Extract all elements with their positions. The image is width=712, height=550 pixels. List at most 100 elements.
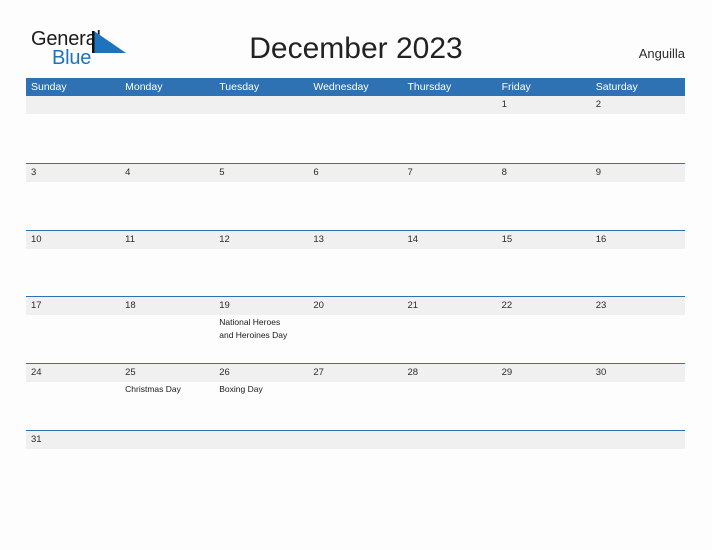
calendar-week-row: 12 (26, 96, 685, 163)
day-number: 11 (125, 233, 135, 245)
day-cell-26[interactable]: 26 Boxing Day (214, 364, 308, 430)
day-cell-23[interactable]: 23 (591, 297, 685, 363)
day-cell-empty (120, 431, 214, 448)
day-cell-21[interactable]: 21 (403, 297, 497, 363)
calendar-week-row: 31 (26, 429, 685, 449)
day-cell-4[interactable]: 4 (120, 164, 214, 230)
day-cell-8[interactable]: 8 (497, 164, 591, 230)
calendar-week-row: 3 4 5 6 7 8 9 (26, 162, 685, 230)
day-number: 29 (501, 367, 513, 379)
week-day-cells: 10 11 12 13 14 15 16 (26, 231, 685, 297)
day-number: 16 (595, 233, 607, 245)
weekday-header-monday: Monday (125, 81, 163, 93)
day-number: 31 (31, 433, 42, 445)
weekday-header-row: Sunday Monday Tuesday Wednesday Thursday Frid… (26, 78, 685, 96)
day-number: 30 (595, 367, 607, 379)
week-day-cells: 17 18 19 National Heroes and Heroines Day 20… (26, 297, 685, 363)
day-number: 21 (407, 300, 419, 312)
day-number: 1 (501, 99, 507, 110)
day-cell-empty (591, 431, 685, 448)
calendar-week-row: 24 25 Christmas Day 26 Boxing Day 27 28 29 30 (26, 363, 685, 430)
week-day-cells: 12 (26, 96, 685, 163)
day-number: 13 (313, 233, 324, 245)
weekday-header-saturday: Saturday (595, 81, 638, 93)
week-day-cells: 31 (26, 431, 685, 448)
day-number: 9 (595, 166, 602, 178)
week-day-cells: 3 4 5 6 7 8 9 (26, 164, 685, 230)
day-cell-18[interactable]: 18 (120, 297, 214, 363)
holiday-event: National Heroes and Heroines Day (219, 317, 288, 340)
day-cell-15[interactable]: 15 (497, 231, 591, 297)
day-cell-empty (403, 96, 497, 163)
day-cell-empty (308, 96, 402, 163)
holiday-event: Christmas Day (125, 384, 181, 395)
day-number: 20 (313, 300, 324, 312)
location-label: Anguilla (638, 46, 685, 61)
day-cell-30[interactable]: 30 (591, 364, 685, 430)
day-number: 19 (219, 300, 230, 312)
day-cell-empty (308, 431, 402, 448)
day-number: 4 (125, 166, 131, 178)
day-cell-14[interactable]: 14 (403, 231, 497, 297)
day-cell-empty (403, 431, 497, 448)
day-cell-empty (497, 431, 591, 448)
calendar-weeks: 1 2 3 4 5 6 7 8 9 10 11 12 13 14 15 16 17 18 19 National He… (26, 96, 685, 449)
weekday-header-tuesday: Tuesday (219, 81, 260, 93)
day-number: 8 (501, 166, 507, 178)
day-number: 7 (407, 166, 413, 178)
day-number: 17 (31, 300, 42, 312)
page-header: General Blue December 2023 Anguilla (0, 0, 712, 78)
day-cell-29[interactable]: 29 (497, 364, 591, 430)
event-list: Boxing Day (219, 383, 308, 396)
day-cell-31[interactable]: 31 (26, 431, 120, 448)
event-list: National Heroes and Heroines Day (219, 316, 308, 341)
holiday-event: Boxing Day (219, 384, 263, 395)
day-cell-5[interactable]: 5 (214, 164, 308, 230)
day-number: 3 (31, 166, 37, 178)
page-title: December 2023 (249, 32, 463, 65)
day-cell-22[interactable]: 22 (497, 297, 591, 363)
weekday-header-sunday: Sunday (31, 81, 67, 93)
day-cell-empty (214, 96, 308, 163)
day-number: 27 (313, 367, 324, 379)
day-number: 23 (595, 300, 607, 312)
day-number: 25 (125, 367, 136, 379)
event-list: Christmas Day (125, 383, 214, 396)
day-cell-28[interactable]: 28 (403, 364, 497, 430)
day-cell-20[interactable]: 20 (308, 297, 402, 363)
weekday-header-thursday: Thursday (407, 81, 452, 93)
day-cell-19[interactable]: 19 National Heroes and Heroines Day (214, 297, 308, 363)
day-cell-7[interactable]: 7 (403, 164, 497, 230)
day-cell-27[interactable]: 27 (308, 364, 402, 430)
day-number: 26 (219, 367, 230, 379)
day-cell-1[interactable]: 1 (497, 96, 591, 163)
day-number: 22 (501, 300, 513, 312)
day-cell-12[interactable]: 12 (214, 231, 308, 297)
day-number: 5 (219, 166, 225, 178)
day-cell-13[interactable]: 13 (308, 231, 402, 297)
day-number: 6 (313, 166, 319, 178)
day-cell-16[interactable]: 16 (591, 231, 685, 297)
day-cell-11[interactable]: 11 (120, 231, 214, 297)
calendar-week-row: 17 18 19 National Heroes and Heroines Day 20… (26, 296, 685, 363)
day-number: 18 (125, 300, 136, 312)
day-cell-2[interactable]: 2 (591, 96, 685, 163)
day-number: 15 (501, 233, 513, 245)
day-cell-24[interactable]: 24 (26, 364, 120, 430)
day-cell-25[interactable]: 25 Christmas Day (120, 364, 214, 430)
day-cell-empty (120, 96, 214, 163)
weekday-header-wednesday: Wednesday (313, 81, 369, 93)
day-number: 2 (595, 99, 602, 110)
week-day-cells: 24 25 Christmas Day 26 Boxing Day 27 28 29 30 (26, 364, 685, 430)
day-number: 14 (407, 233, 419, 245)
day-cell-17[interactable]: 17 (26, 297, 120, 363)
day-cell-9[interactable]: 9 (591, 164, 685, 230)
day-cell-3[interactable]: 3 (26, 164, 120, 230)
day-cell-empty (214, 431, 308, 448)
weekday-header-friday: Friday (501, 81, 531, 93)
day-number: 12 (219, 233, 230, 245)
day-cell-10[interactable]: 10 (26, 231, 120, 297)
day-number: 28 (407, 367, 419, 379)
day-number: 10 (31, 233, 42, 245)
day-cell-6[interactable]: 6 (308, 164, 402, 230)
